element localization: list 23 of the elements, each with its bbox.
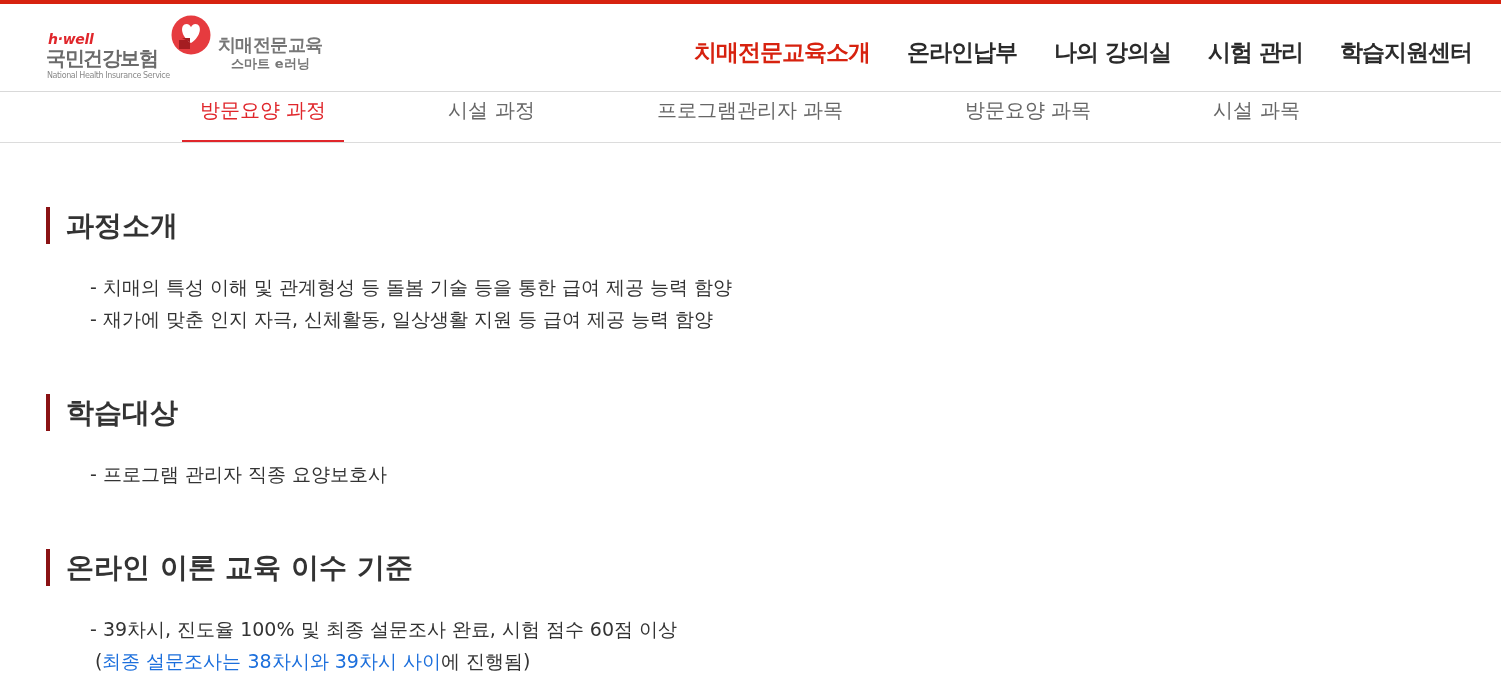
course-tab[interactable]: 시설 과목: [1195, 92, 1318, 142]
section-heading: 과정소개: [46, 207, 178, 244]
service-subtitle: 스마트 e러닝: [231, 56, 310, 72]
logo-english-name: National Health Insurance Service: [47, 71, 170, 81]
logo-tagline: h·well: [48, 32, 94, 46]
course-tab[interactable]: 시설 과정: [430, 92, 553, 142]
nav-link[interactable]: 학습지원센터: [1340, 37, 1472, 67]
course-tab[interactable]: 방문요양 과목: [947, 92, 1110, 142]
bullet-text: - 39차시, 진도율 100% 및 최종 설문조사 완료, 시험 점수 60점 이상: [90, 617, 678, 642]
section-heading: 온라인 이론 교육 이수 기준: [46, 549, 413, 586]
course-tab[interactable]: 방문요양 과정: [182, 92, 345, 142]
nav-link[interactable]: 시험 관리: [1208, 37, 1303, 67]
course-tab[interactable]: 프로그램관리자 과목: [638, 92, 862, 142]
nav-link[interactable]: 치매전문교육소개: [693, 37, 870, 67]
bullet-text: - 치매의 특성 이해 및 관계형성 등 돌봄 기술 등을 통한 급여 제공 능력 함양: [90, 275, 733, 300]
nav-link[interactable]: 온라인납부: [906, 37, 1017, 67]
section-heading: 학습대상: [46, 394, 178, 431]
service-title: 치매전문교육: [217, 34, 323, 56]
nav-link[interactable]: 나의 강의실: [1053, 37, 1171, 67]
note-text: (최종 설문조사는 38차시와 39차시 사이 에 진행됨): [94, 649, 531, 674]
bullet-text: - 프로그램 관리자 직종 요양보호사: [90, 462, 387, 487]
bullet-text: - 재가에 맞춘 인지 자극, 신체활동, 일상생활 지원 등 급여 제공 능력 함양: [90, 307, 714, 332]
logo-name: 국민건강보험: [46, 46, 157, 71]
